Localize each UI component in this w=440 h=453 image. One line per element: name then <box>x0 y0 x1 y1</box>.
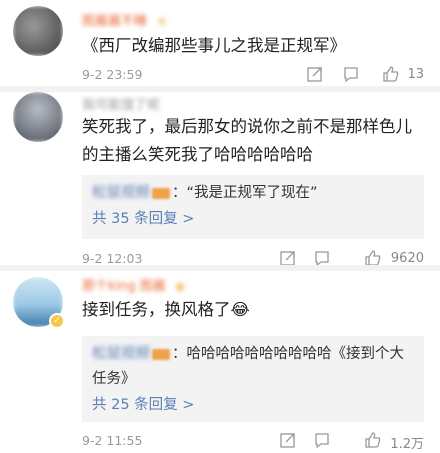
reply-count-link[interactable]: 共 35 条回复 > <box>92 206 414 232</box>
user-badge: ★ <box>157 15 168 28</box>
reply-separator: ： <box>172 185 187 201</box>
like-count: 1.2万 <box>390 437 424 452</box>
avatar[interactable] <box>13 6 63 56</box>
verified-badge-icon: ✓ <box>49 313 65 329</box>
share-icon[interactable] <box>306 65 324 83</box>
share-icon[interactable] <box>279 431 297 449</box>
username-text[interactable]: 图酱酱不睡 <box>82 14 147 29</box>
username-text[interactable]: 我可能饿了呢 <box>82 98 160 113</box>
username-text[interactable]: 那个king 图酱 <box>82 279 166 294</box>
reply-badge-icon <box>152 187 170 199</box>
reply-username[interactable]: 松鼠视频 <box>92 346 150 362</box>
reply-separator: ： <box>172 346 187 362</box>
username[interactable]: 图酱酱不睡 ★ <box>82 10 167 29</box>
username[interactable]: 我可能饿了呢 <box>82 94 160 113</box>
reply-preview: 松鼠视频 ：哈哈哈哈哈哈哈哈哈哈《接到个大任务》 <box>92 342 414 392</box>
comment-3: ✓ 那个king 图酱 ◆ 接到任务，换风格了😂 松鼠视频 ：哈哈哈哈哈哈哈哈哈哈… <box>0 271 440 453</box>
like-count: 13 <box>407 67 424 82</box>
reply-box[interactable]: 松鼠视频 ：“我是正规军了现在” 共 35 条回复 > <box>82 175 424 239</box>
comment-text: 接到任务，换风格了😂 <box>82 300 250 319</box>
reply-box[interactable]: 松鼠视频 ：哈哈哈哈哈哈哈哈哈哈《接到个大任务》 共 25 条回复 > <box>82 336 424 422</box>
comment-2: 我可能饿了呢 笑死我了，最后那女的说你之前不是那样色儿的主播么笑死我了哈哈哈哈哈… <box>0 92 440 267</box>
timestamp: 9-2 12:03 <box>82 251 143 266</box>
reply-count-link[interactable]: 共 25 条回复 > <box>92 392 414 418</box>
like-count: 9620 <box>390 251 424 266</box>
comment-icon[interactable] <box>313 431 331 449</box>
comment-meta: 9-2 23:59 13 <box>82 65 424 85</box>
reply-preview: 松鼠视频 ：“我是正规军了现在” <box>92 181 414 206</box>
comment-meta: 9-2 11:55 1.2万 <box>82 431 424 452</box>
timestamp: 9-2 11:55 <box>82 433 143 448</box>
comment-text: 笑死我了，最后那女的说你之前不是那样色儿的主播么笑死我了哈哈哈哈哈哈 <box>82 117 412 164</box>
comment-1: 图酱酱不睡 ★ 《西厂改编那些事儿之我是正规军》 9-2 23:59 13 <box>0 0 440 88</box>
username[interactable]: 那个king 图酱 ◆ <box>82 275 184 294</box>
like-icon[interactable] <box>364 431 382 449</box>
timestamp: 9-2 23:59 <box>82 67 143 82</box>
reply-username[interactable]: 松鼠视频 <box>92 185 150 201</box>
avatar[interactable] <box>13 92 63 142</box>
reply-text: “我是正规军了现在” <box>186 185 318 201</box>
comment-icon[interactable] <box>342 65 360 83</box>
like-icon[interactable] <box>382 65 400 83</box>
user-badge: ◆ <box>175 280 185 293</box>
reply-badge-icon <box>152 348 170 360</box>
comment-text: 《西厂改编那些事儿之我是正规军》 <box>82 36 346 55</box>
